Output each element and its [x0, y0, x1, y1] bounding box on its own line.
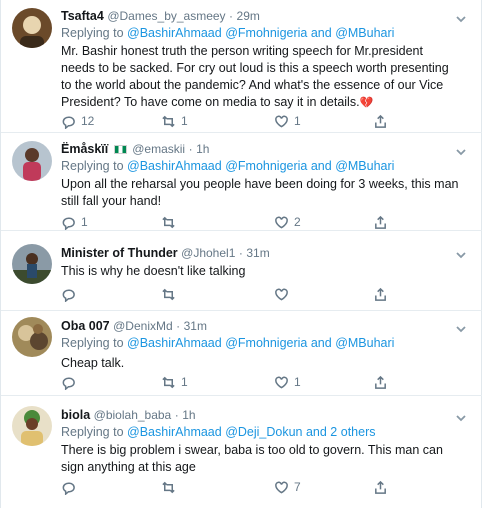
retweet-button[interactable]: 1 [161, 373, 188, 391]
mention-link[interactable]: @Fmohnigeria and [225, 336, 332, 350]
share-icon [375, 114, 386, 128]
retweet-button[interactable]: 1 [161, 112, 188, 130]
avatar[interactable] [12, 8, 52, 48]
user-handle[interactable]: @Dames_by_asmeey [107, 9, 225, 23]
share-button[interactable] [373, 112, 388, 130]
like-button[interactable]: 2 [274, 213, 301, 231]
display-name[interactable]: biola [61, 408, 90, 422]
avatar[interactable] [12, 317, 52, 357]
nigeria-flag-icon [113, 145, 127, 154]
chevron-down-icon[interactable] [455, 12, 467, 24]
heart-icon [275, 288, 288, 301]
avatar[interactable] [12, 406, 52, 446]
reply-icon [62, 377, 75, 390]
heart-icon [275, 216, 288, 229]
display-name[interactable]: Tsafta4 [61, 9, 104, 23]
replying-to: Replying to @BashirAhmaad @Fmohnigeria a… [61, 159, 395, 173]
tweet-header: biola @biolah_baba · 1h [61, 408, 196, 422]
chevron-down-icon[interactable] [455, 145, 467, 157]
mention-link[interactable]: @MBuhari [335, 159, 394, 173]
tweet-text: Upon all the reharsal you people have be… [61, 177, 459, 208]
display-name[interactable]: Minister of Thunder [61, 246, 178, 260]
reply-icon [62, 116, 75, 129]
retweet-icon [162, 481, 175, 493]
retweet-button[interactable] [161, 478, 181, 496]
timestamp[interactable]: 31m [184, 319, 207, 333]
chevron-down-icon[interactable] [455, 248, 467, 260]
like-button[interactable] [274, 285, 294, 303]
broken-heart-icon: 💔 [359, 97, 374, 109]
mention-link[interactable]: @Fmohnigeria and [225, 26, 332, 40]
like-button[interactable]: 1 [274, 112, 301, 130]
retweet-button[interactable] [161, 285, 181, 303]
like-button[interactable]: 1 [274, 373, 301, 391]
tweet-text: This is why he doesn't like talking [61, 264, 246, 278]
display-name[interactable]: Oba 007 [61, 319, 110, 333]
reply-button[interactable] [61, 285, 81, 303]
avatar[interactable] [12, 244, 52, 284]
tweet-4[interactable]: biola @biolah_baba · 1h Replying to @Bas… [1, 396, 482, 508]
tweet-text: There is big problem i swear, baba is to… [61, 443, 443, 474]
retweet-button[interactable] [161, 213, 181, 231]
mention-link[interactable]: @BashirAhmaad [127, 159, 222, 173]
share-icon [375, 215, 386, 229]
retweet-icon [162, 288, 175, 300]
tweet-0[interactable]: Tsafta4 @Dames_by_asmeey · 29m Replying … [1, 0, 482, 133]
display-name[interactable]: Ëmåskïï [61, 142, 108, 156]
share-icon [375, 287, 386, 301]
retweet-icon [162, 216, 175, 228]
tweet-3[interactable]: Oba 007 @DenixMd · 31m Replying to @Bash… [1, 311, 482, 396]
tweet-text: Mr. Bashir honest truth the person writi… [61, 44, 449, 109]
tweet-1[interactable]: Ëmåskïï @emaskii · 1h Replying to @Bashi… [1, 133, 482, 231]
share-button[interactable] [373, 478, 388, 496]
share-icon [375, 375, 386, 389]
tweet-header: Oba 007 @DenixMd · 31m [61, 319, 207, 333]
tweet-2[interactable]: Minister of Thunder @Jhohel1 · 31m This … [1, 231, 482, 311]
share-button[interactable] [373, 213, 388, 231]
mention-link[interactable]: @Fmohnigeria and [225, 159, 332, 173]
chevron-down-icon[interactable] [455, 411, 467, 423]
reply-icon [62, 289, 75, 302]
timeline: Tsafta4 @Dames_by_asmeey · 29m Replying … [0, 0, 482, 508]
user-handle[interactable]: @DenixMd [113, 319, 173, 333]
timestamp[interactable]: 29m [237, 9, 260, 23]
reply-button[interactable] [61, 373, 81, 391]
mention-link[interactable]: @BashirAhmaad [127, 26, 222, 40]
replying-to: Replying to @BashirAhmaad @Deji_Dokun an… [61, 425, 376, 439]
heart-icon [275, 115, 288, 128]
retweet-icon [162, 115, 175, 127]
replying-to: Replying to @BashirAhmaad @Fmohnigeria a… [61, 336, 395, 350]
reply-button[interactable]: 1 [61, 213, 88, 231]
timestamp[interactable]: 1h [196, 142, 209, 156]
reply-button[interactable] [61, 478, 81, 496]
mention-link[interactable]: @BashirAhmaad [127, 425, 222, 439]
retweet-icon [162, 376, 175, 388]
mention-link[interactable]: @BashirAhmaad [127, 336, 222, 350]
heart-icon [275, 481, 288, 494]
mention-link[interactable]: @MBuhari [335, 26, 394, 40]
chevron-down-icon[interactable] [455, 322, 467, 334]
reply-button[interactable]: 12 [61, 112, 94, 130]
share-button[interactable] [373, 373, 388, 391]
reply-icon [62, 482, 75, 495]
like-button[interactable]: 7 [274, 478, 301, 496]
tweet-header: Ëmåskïï @emaskii · 1h [61, 142, 210, 156]
replying-to: Replying to @BashirAhmaad @Fmohnigeria a… [61, 26, 395, 40]
reply-icon [62, 217, 75, 230]
user-handle[interactable]: @Jhohel1 [181, 246, 235, 260]
share-icon [375, 480, 386, 494]
heart-icon [275, 376, 288, 389]
share-button[interactable] [373, 285, 388, 303]
tweet-header: Tsafta4 @Dames_by_asmeey · 29m [61, 9, 260, 23]
tweet-header: Minister of Thunder @Jhohel1 · 31m [61, 246, 270, 260]
mention-link[interactable]: @MBuhari [335, 336, 394, 350]
avatar[interactable] [12, 141, 52, 181]
mention-link[interactable]: @Deji_Dokun and 2 others [225, 425, 375, 439]
timestamp[interactable]: 1h [182, 408, 195, 422]
timestamp[interactable]: 31m [246, 246, 269, 260]
tweet-text: Cheap talk. [61, 356, 125, 370]
user-handle[interactable]: @biolah_baba [94, 408, 172, 422]
user-handle[interactable]: @emaskii [132, 142, 185, 156]
